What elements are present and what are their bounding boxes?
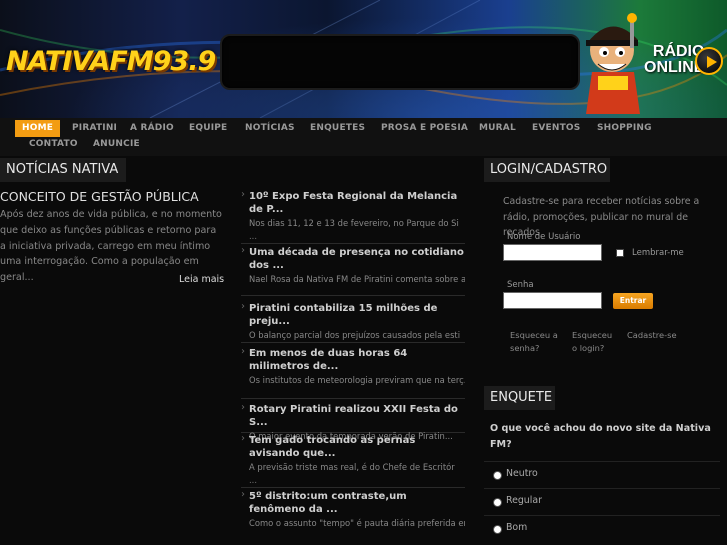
nav-item-anuncie[interactable]: ANUNCIE xyxy=(93,136,140,153)
register-link[interactable]: Cadastre-se xyxy=(627,329,677,342)
news-list-item[interactable]: Em menos de duas horas 64 milimetros de.… xyxy=(241,346,465,399)
featured-article-title[interactable]: CONCEITO DE GESTÃO PÚBLICA xyxy=(0,189,199,204)
poll-option-label: Bom xyxy=(506,522,528,533)
nav-item-noticias[interactable]: NOTÍCIAS xyxy=(245,120,295,137)
news-list-item[interactable]: Piratini contabiliza 15 milhões de preju… xyxy=(241,301,465,353)
poll-radio[interactable] xyxy=(493,498,502,507)
nav-item-mural[interactable]: MURAL xyxy=(479,120,516,137)
news-title[interactable]: 10º Expo Festa Regional da Melancia de P… xyxy=(249,190,465,216)
nav-item-shopping[interactable]: SHOPPING xyxy=(597,120,652,137)
news-title[interactable]: 5º distrito:um contraste,um fenômeno da … xyxy=(249,490,465,516)
poll-option[interactable]: Regular xyxy=(484,488,720,515)
enquete-section-title: ENQUETE xyxy=(484,386,555,410)
poll-option[interactable]: Bom xyxy=(484,515,720,542)
nav-item-eventos[interactable]: EVENTOS xyxy=(532,120,580,137)
noticias-section-title: NOTÍCIAS NATIVA xyxy=(0,158,126,182)
nav-item-prosa-e-poesia[interactable]: PROSA E POESIA xyxy=(381,120,468,137)
news-title[interactable]: Rotary Piratini realizou XXII Festa do S… xyxy=(249,403,465,429)
nav-item-equipe[interactable]: EQUIPE xyxy=(189,120,227,137)
news-list-item[interactable]: Tem gado trocando as pernas avisando que… xyxy=(241,433,465,488)
poll-option[interactable]: Neutro xyxy=(484,461,720,488)
site-logo[interactable]: NATIVAFM93.9 xyxy=(6,46,216,77)
news-list-item[interactable]: Rotary Piratini realizou XXII Festa do S… xyxy=(241,402,465,441)
news-list-item[interactable]: 10º Expo Festa Regional da Melancia de P… xyxy=(241,189,465,244)
news-ellipsis: ... xyxy=(249,231,257,241)
nav-item-a-radio[interactable]: A RÁDIO xyxy=(130,120,174,137)
password-input[interactable] xyxy=(503,292,602,309)
nav-item-home[interactable]: HOME xyxy=(15,120,61,137)
play-icon[interactable] xyxy=(695,47,723,75)
news-snippet: Nos dias 11, 12 e 13 de fevereiro, no Pa… xyxy=(249,218,459,228)
news-snippet: Nael Rosa da Nativa FM de Piratini comen… xyxy=(249,274,465,284)
read-more-link[interactable]: Leia mais xyxy=(179,274,224,285)
login-section-title: LOGIN/CADASTRO xyxy=(484,158,610,182)
poll-option-label: Regular xyxy=(506,495,542,506)
remember-label: Lembrar-me xyxy=(632,248,684,258)
news-title[interactable]: Piratini contabiliza 15 milhões de preju… xyxy=(249,302,465,328)
news-snippet: O balanço parcial dos prejuízos causados… xyxy=(249,330,461,340)
nav-item-piratini[interactable]: PIRATINI xyxy=(72,120,117,137)
news-title[interactable]: Tem gado trocando as pernas avisando que… xyxy=(249,434,465,460)
password-label: Senha xyxy=(507,280,534,290)
poll-radio[interactable] xyxy=(493,471,502,480)
news-list-item[interactable]: Uma década de presença no cotidiano dos … xyxy=(241,245,465,296)
username-label: Nome de Usuário xyxy=(507,232,581,242)
news-title[interactable]: Uma década de presença no cotidiano dos … xyxy=(249,246,465,272)
news-title[interactable]: Em menos de duas horas 64 milimetros de.… xyxy=(249,347,465,373)
poll-option-label: Neutro xyxy=(506,468,538,479)
login-submit-button[interactable]: Entrar xyxy=(613,293,653,309)
nav-item-contato[interactable]: CONTATO xyxy=(29,136,78,153)
main-nav: HOME PIRATINI A RÁDIO EQUIPE NOTÍCIAS EN… xyxy=(0,118,727,156)
news-list-item[interactable]: 5º distrito:um contraste,um fenômeno da … xyxy=(241,489,465,545)
forgot-login-link[interactable]: Esqueceu o login? xyxy=(572,329,618,354)
poll-question: O que você achou do novo site da Nativa … xyxy=(490,423,711,450)
news-snippet: Os institutos de meteorologia previram q… xyxy=(249,375,465,385)
forgot-password-link[interactable]: Esqueceu a senha? xyxy=(510,329,562,354)
poll-radio[interactable] xyxy=(493,525,502,534)
news-snippet: Como o assunto "tempo" é pauta diária pr… xyxy=(249,518,465,528)
radio-player-bar[interactable] xyxy=(220,34,580,90)
site-header: NATIVAFM93.9 RÁDIO ONLINE xyxy=(0,0,727,118)
news-ellipsis: ... xyxy=(249,475,257,485)
username-input[interactable] xyxy=(503,244,602,261)
news-snippet: A previsão triste mas real, é do Chefe d… xyxy=(249,462,455,472)
nav-item-enquetes[interactable]: ENQUETES xyxy=(310,120,365,137)
remember-checkbox[interactable] xyxy=(616,249,624,257)
